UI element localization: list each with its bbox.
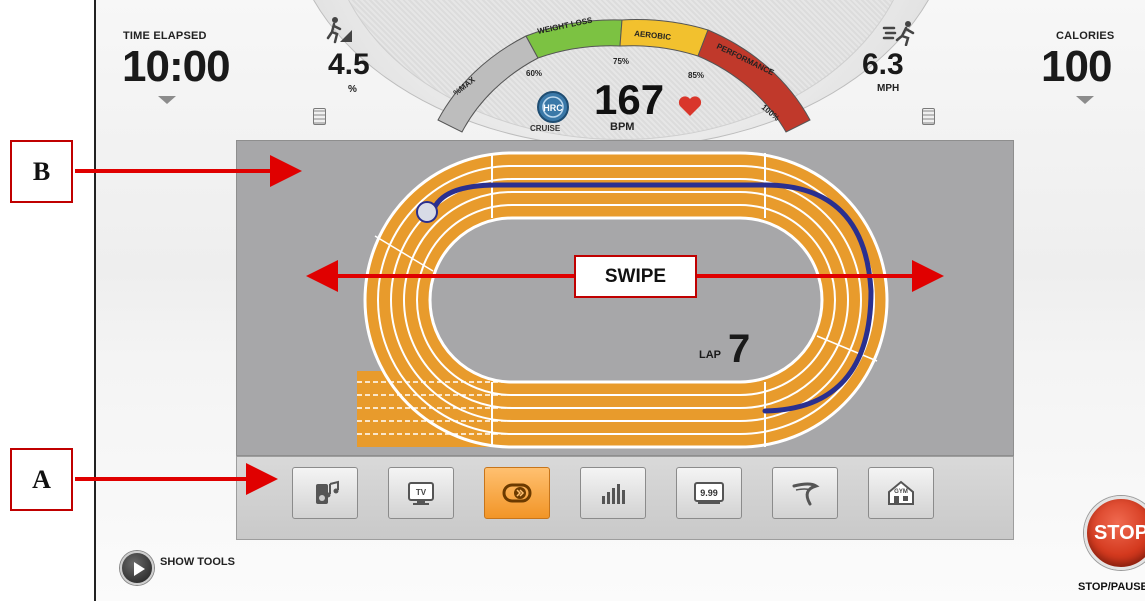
swipe-label: SWIPE xyxy=(574,255,697,298)
annotation-arrows xyxy=(75,155,944,495)
